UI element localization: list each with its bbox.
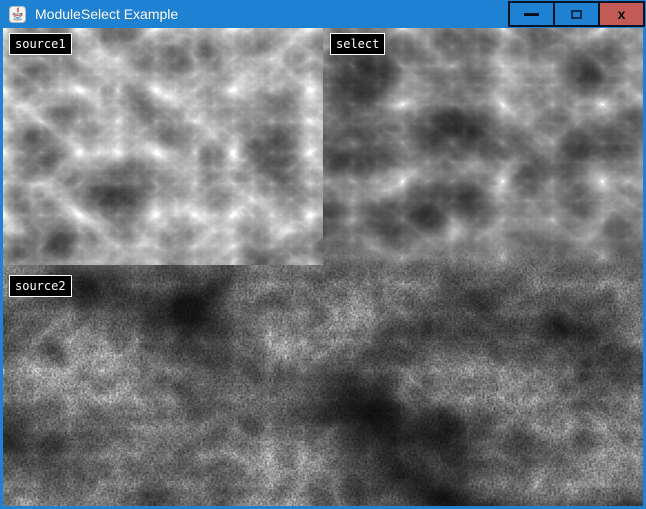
maximize-icon: [571, 10, 582, 19]
minimize-icon: [524, 13, 539, 16]
maximize-button[interactable]: [555, 3, 598, 25]
titlebar[interactable]: ModuleSelect Example x: [0, 0, 646, 28]
source1-noise-image: [3, 28, 323, 265]
app-window: ModuleSelect Example x: [0, 0, 646, 509]
source2-noise-image: [3, 228, 643, 506]
render-canvas: source1 select source2: [3, 28, 643, 506]
close-button[interactable]: x: [600, 3, 643, 25]
source1-label: source1: [9, 33, 72, 55]
window-controls: x: [508, 1, 645, 27]
minimize-button[interactable]: [510, 3, 553, 25]
window-title: ModuleSelect Example: [35, 0, 178, 28]
java-coffee-cup-icon[interactable]: [9, 6, 26, 23]
noise-canvas: [3, 28, 643, 506]
select-label: select: [330, 33, 385, 55]
close-icon: x: [618, 7, 626, 21]
source2-label: source2: [9, 275, 72, 297]
java-coffee-cup-graphic: [9, 6, 26, 23]
